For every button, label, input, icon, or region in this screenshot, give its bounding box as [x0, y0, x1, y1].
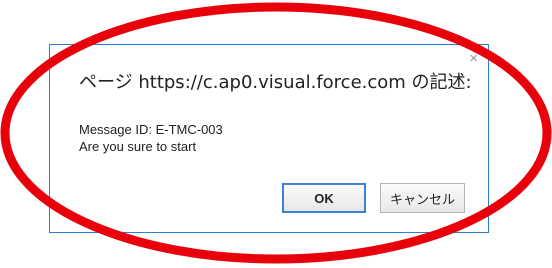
confirm-question-text: Are you sure to start [79, 139, 197, 154]
dialog-message: Message ID: E-TMC-003 Are you sure to st… [79, 121, 223, 155]
close-icon[interactable]: × [469, 51, 478, 66]
message-id-text: Message ID: E-TMC-003 [79, 122, 223, 137]
cancel-button[interactable]: キャンセル [380, 183, 465, 213]
ok-button[interactable]: OK [282, 183, 366, 213]
dialog-title: ページ https://c.ap0.visual.force.com の記述: [79, 72, 472, 93]
confirm-dialog: ページ https://c.ap0.visual.force.com の記述: … [49, 44, 489, 233]
screenshot-stage: ページ https://c.ap0.visual.force.com の記述: … [0, 0, 552, 268]
